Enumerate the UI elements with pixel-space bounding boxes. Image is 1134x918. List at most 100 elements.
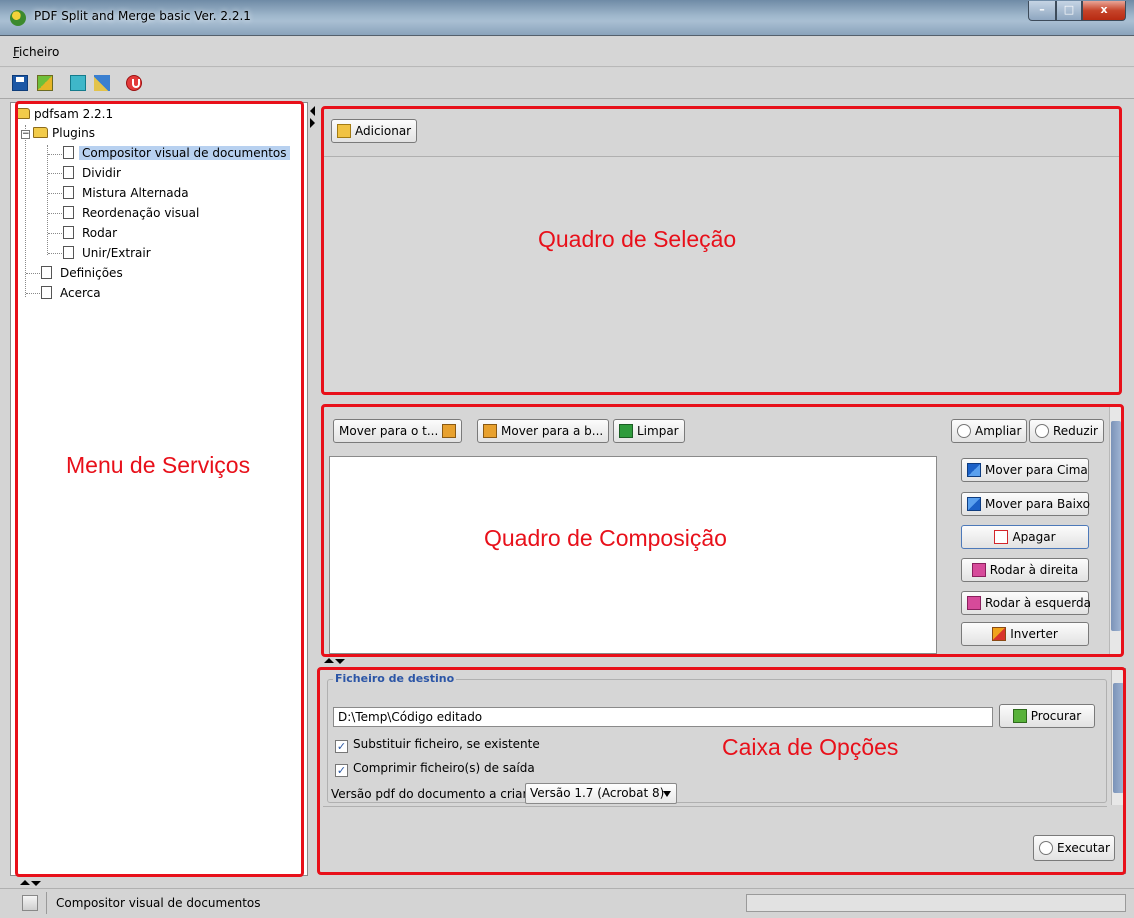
rotate-left-button[interactable]: Rodar à esquerda [961,591,1091,615]
destination-path-input[interactable]: D:\Temp\Código editado [333,707,993,727]
clear-button-label: Limpar [637,424,679,438]
rotate-left-icon [967,596,981,610]
compress-label: Comprimir ficheiro(s) de saída [353,761,535,775]
overwrite-label: Substituir ficheiro, se existente [353,737,540,751]
overwrite-check-mark: ✓ [335,740,348,753]
zoom-out-button[interactable]: Reduzir [1029,419,1104,443]
tree-item-settings[interactable]: Definições [41,264,126,283]
move-bottom-button[interactable]: Mover para a b... [477,419,610,443]
delete-button[interactable]: Apagar [961,525,1089,549]
tree-item-label: Reordenação visual [82,206,200,220]
power-icon[interactable] [126,75,142,91]
add-file-icon [337,124,351,138]
move-down-icon [967,497,981,511]
annotation-composition-label: Quadro de Composição [484,525,727,551]
move-down-button[interactable]: Mover para Baixo [961,492,1090,516]
document-icon [41,266,52,279]
maximize-button[interactable]: □ [1056,1,1082,21]
selection-list[interactable] [323,157,1119,393]
tree-item-label: Definições [60,266,123,280]
minimize-button[interactable]: – [1028,1,1056,21]
splitter-up-icon[interactable] [324,658,334,663]
move-down-label: Mover para Baixo [985,497,1090,511]
splitter-down-icon[interactable] [335,659,345,664]
tree-item-split[interactable]: Dividir [63,164,124,183]
composition-area[interactable] [329,456,937,654]
tree-item-label: Compositor visual de documentos [79,146,290,160]
document-icon [41,286,52,299]
tree-item-rotate[interactable]: Rodar [63,224,120,243]
composition-scrollbar[interactable] [1109,407,1122,654]
move-up-button[interactable]: Mover para Cima [961,458,1089,482]
annotation-services-label: Menu de Serviços [66,452,251,478]
move-up-icon [967,463,981,477]
options-scrollbar[interactable] [1111,669,1125,805]
move-bottom-label: Mover para a b... [501,424,604,438]
status-bar: Compositor visual de documentos [0,888,1134,918]
destination-legend: Ficheiro de destino [333,672,457,685]
splitter-expand-right-icon[interactable] [310,118,315,128]
invert-button[interactable]: Inverter [961,622,1089,646]
clean-icon[interactable] [94,75,110,91]
save-icon[interactable] [12,75,28,91]
tree-item-label: Unir/Extrair [82,246,151,260]
tree-root-label: pdfsam 2.2.1 [34,107,114,121]
splitter-bottom-down-icon[interactable] [31,881,41,886]
folder-open-icon [15,108,30,119]
tree-item-about[interactable]: Acerca [41,284,104,303]
zoom-out-icon [1035,424,1049,438]
close-button[interactable]: x [1082,1,1126,21]
rotate-right-button[interactable]: Rodar à direita [961,558,1089,582]
tree-item-merge-extract[interactable]: Unir/Extrair [63,244,154,263]
app-icon [10,10,26,26]
tree-item-alternate-mix[interactable]: Mistura Alternada [63,184,192,203]
clear-icon [619,424,633,438]
move-up-label: Mover para Cima [985,463,1088,477]
browse-label: Procurar [1030,709,1082,723]
tree-item-plugins[interactable]: − Plugins [21,124,95,143]
browse-button[interactable]: Procurar [999,704,1095,728]
run-label: Executar [1057,841,1110,855]
add-button-label: Adicionar [355,124,412,138]
zoom-in-icon [957,424,971,438]
menu-file[interactable]: Ficheiro [13,45,59,59]
compress-check-mark: ✓ [335,764,348,777]
add-button[interactable]: Adicionar [331,119,418,143]
annotation-selection-label: Quadro de Seleção [538,226,737,252]
splitter-bottom-up-icon[interactable] [20,880,30,885]
copy-icon[interactable] [70,75,86,91]
composition-scrollbar-thumb[interactable] [1111,421,1121,631]
tree-item-label: Dividir [82,166,121,180]
delete-label: Apagar [1012,530,1056,544]
document-icon [63,146,74,159]
move-top-label: Mover para o t... [339,424,439,438]
gear-icon [1039,841,1053,855]
rotate-left-label: Rodar à esquerda [985,596,1091,610]
move-top-icon [442,424,457,438]
pdf-version-label: Versão pdf do documento a criar: [331,787,532,801]
options-scrollbar-thumb[interactable] [1113,683,1124,793]
splitter-collapse-left-icon[interactable] [310,106,315,116]
tree-item-label: Acerca [60,286,101,300]
pdf-version-value: Versão 1.7 (Acrobat 8) [530,786,665,800]
overwrite-checkbox[interactable]: ✓ Substituir ficheiro, se existente [335,737,540,753]
open-icon[interactable] [37,75,53,91]
run-button[interactable]: Executar [1033,835,1115,861]
pdf-version-select[interactable]: Versão 1.7 (Acrobat 8) [525,783,677,804]
invert-icon [992,627,1007,641]
chevron-down-icon [663,791,671,797]
tree-item-visual-composer[interactable]: Compositor visual de documentos [63,144,290,163]
tree-root[interactable]: pdfsam 2.2.1 [15,105,113,124]
status-separator [46,892,47,914]
move-bottom-icon [483,424,497,438]
move-top-button[interactable]: Mover para o t... [333,419,463,443]
collapse-icon[interactable]: − [21,130,30,139]
compress-checkbox[interactable]: ✓ Comprimir ficheiro(s) de saída [335,761,535,777]
document-icon [63,186,74,199]
rotate-right-icon [971,563,986,577]
clear-button[interactable]: Limpar [613,419,685,443]
tree-item-visual-reorder[interactable]: Reordenação visual [63,204,202,223]
invert-label: Inverter [1010,627,1058,641]
document-icon [63,226,74,239]
zoom-in-button[interactable]: Ampliar [951,419,1028,443]
